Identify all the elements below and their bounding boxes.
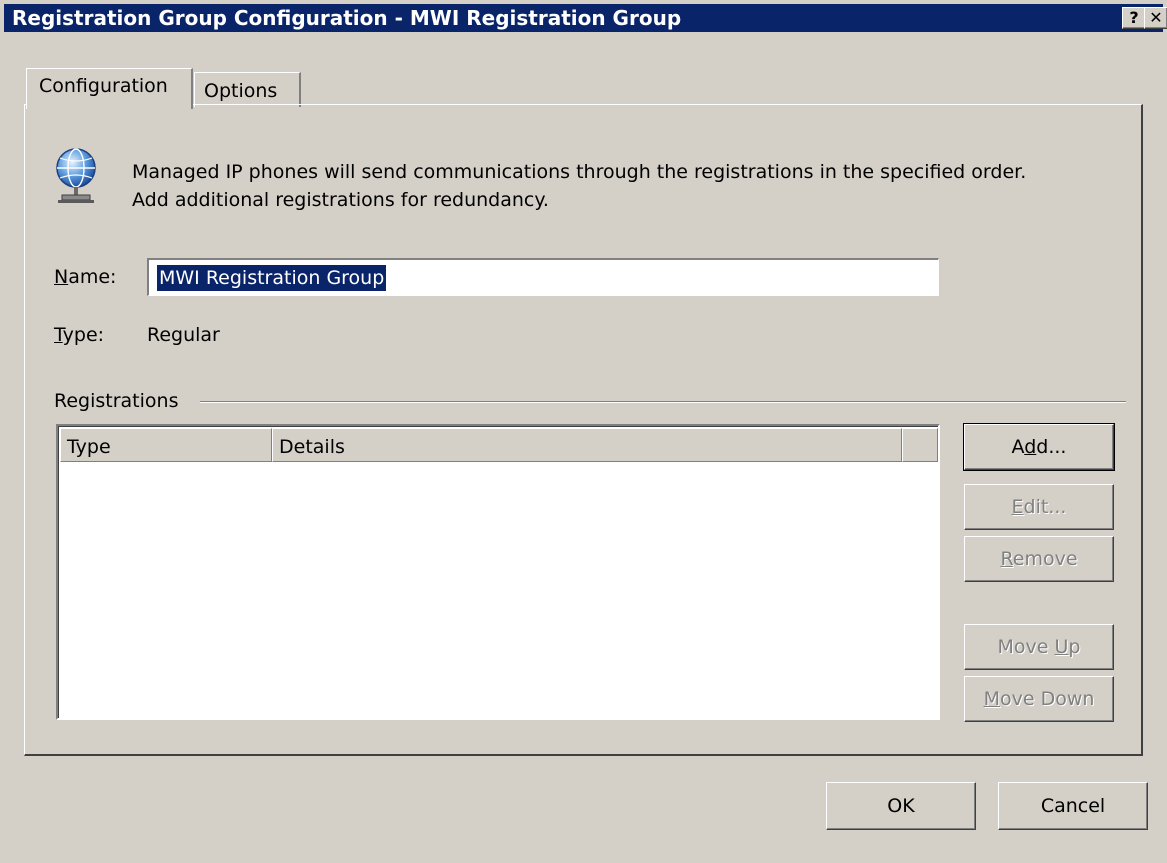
type-value: Regular — [147, 324, 220, 346]
column-header-filler — [902, 428, 938, 462]
tab-options-label: Options — [204, 80, 278, 102]
help-button[interactable]: ? — [1122, 7, 1146, 29]
registrations-list[interactable]: Type Details — [56, 424, 940, 720]
tab-options[interactable]: Options — [194, 72, 301, 107]
registrations-group-label: Registrations — [54, 390, 179, 412]
cancel-button[interactable]: Cancel — [998, 782, 1148, 830]
close-button[interactable]: ✕ — [1144, 7, 1167, 29]
name-input-value: MWI Registration Group — [157, 265, 387, 291]
move-down-button[interactable]: Move Down — [964, 676, 1114, 722]
column-header-type[interactable]: Type — [60, 428, 272, 462]
type-label: Type: — [54, 324, 105, 346]
ok-button[interactable]: OK — [826, 782, 976, 830]
close-icon: ✕ — [1149, 8, 1163, 27]
title-bar[interactable]: Registration Group Configuration - MWI R… — [4, 4, 1167, 32]
window-title: Registration Group Configuration - MWI R… — [12, 6, 682, 30]
description-line-1: Managed IP phones will send communicatio… — [132, 161, 1027, 183]
description-text: Managed IP phones will send communicatio… — [132, 158, 1026, 214]
tab-configuration-label: Configuration — [39, 75, 168, 97]
column-header-details[interactable]: Details — [272, 428, 902, 462]
description-line-2: Add additional registrations for redunda… — [132, 189, 549, 211]
globe-network-icon — [56, 148, 96, 203]
registration-group-dialog: Registration Group Configuration - MWI R… — [0, 0, 1167, 863]
edit-button[interactable]: Edit... — [964, 484, 1114, 530]
add-button[interactable]: Add... — [963, 423, 1115, 471]
name-label: Name: — [54, 266, 117, 288]
help-icon: ? — [1129, 8, 1139, 27]
name-input[interactable]: MWI Registration Group — [147, 258, 939, 296]
tab-configuration[interactable]: Configuration — [26, 68, 193, 109]
move-up-button[interactable]: Move Up — [964, 624, 1114, 670]
registrations-list-header: Type Details — [60, 428, 938, 462]
registrations-divider — [200, 401, 1126, 403]
remove-button[interactable]: Remove — [964, 536, 1114, 582]
